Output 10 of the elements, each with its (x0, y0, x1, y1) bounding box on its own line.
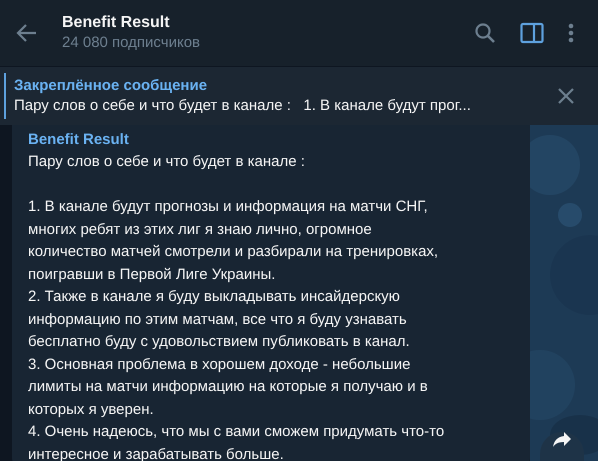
side-panel-toggle[interactable] (520, 21, 544, 45)
more-menu-button[interactable] (568, 21, 574, 45)
channel-title: Benefit Result (62, 13, 171, 33)
pinned-label: Закреплённое сообщение (14, 76, 208, 96)
share-icon (552, 429, 572, 450)
subscriber-count: 24 080 подписчиков (62, 33, 202, 53)
message-paragraph: Пару слов о себе и что будет в канале : (28, 152, 306, 172)
message-sender: Benefit Result (28, 130, 130, 150)
search-button[interactable] (474, 21, 496, 45)
pinned-preview: Пару слов о себе и что будет в канале : 1. В канале будут прог... (14, 96, 472, 116)
